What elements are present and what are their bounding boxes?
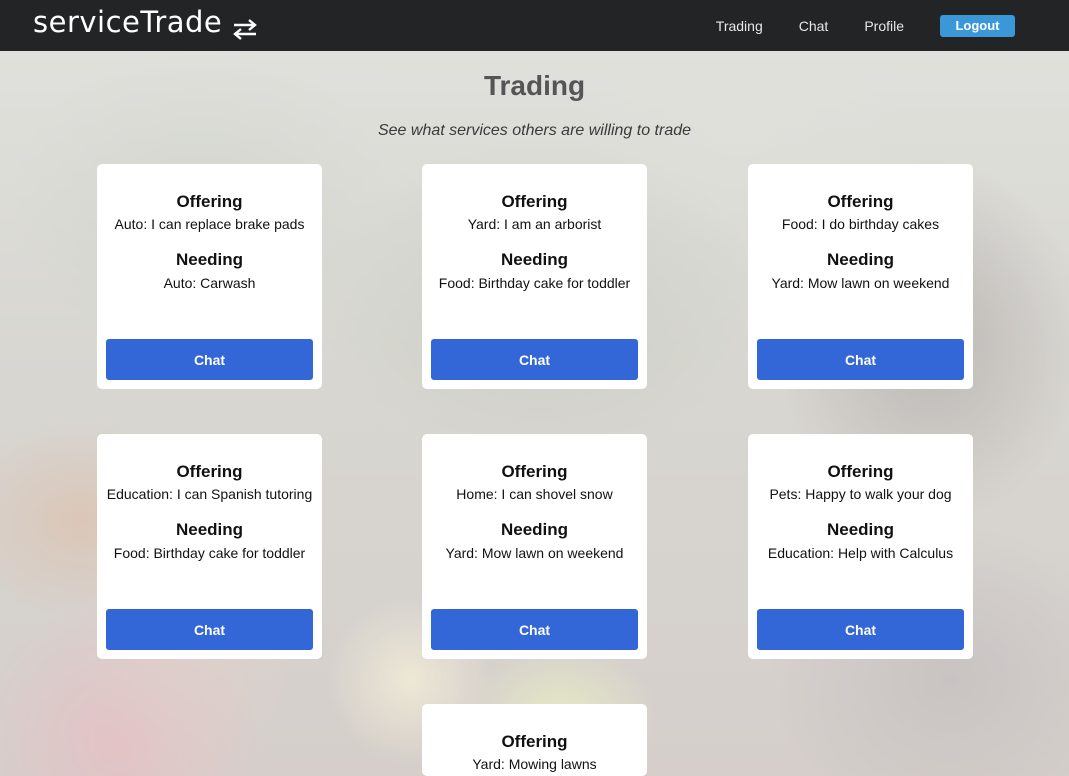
offering-heading: Offering — [176, 462, 243, 481]
offering-heading: Offering — [827, 462, 894, 481]
offering-text: Auto: I can replace brake pads — [114, 216, 305, 232]
chat-button[interactable]: Chat — [106, 609, 313, 650]
nav-link-trading[interactable]: Trading — [716, 18, 763, 34]
chat-button[interactable]: Chat — [431, 609, 638, 650]
offering-text: Home: I can shovel snow — [456, 486, 613, 502]
logout-button[interactable]: Logout — [940, 14, 1015, 37]
needing-heading: Needing — [175, 520, 244, 539]
trade-card: Offering Home: I can shovel snow Needing… — [422, 434, 647, 659]
needing-text: Food: Birthday cake for toddler — [438, 275, 631, 291]
trade-card: Offering Pets: Happy to walk your dog Ne… — [748, 434, 973, 659]
nav-links: Trading Chat Profile Logout — [716, 0, 1069, 51]
offering-text: Pets: Happy to walk your dog — [769, 486, 952, 502]
brand-name: serviceTrade — [33, 5, 223, 39]
offering-text: Yard: I am an arborist — [467, 216, 602, 232]
offering-heading: Offering — [501, 192, 568, 211]
needing-heading: Needing — [826, 250, 895, 269]
offering-heading: Offering — [176, 192, 243, 211]
needing-text: Food: Birthday cake for toddler — [113, 545, 306, 561]
chat-button[interactable]: Chat — [757, 339, 964, 380]
needing-heading: Needing — [500, 520, 569, 539]
offering-heading: Offering — [501, 732, 568, 751]
navbar: serviceTrade Trading Chat Profile Logout — [0, 0, 1069, 51]
chat-button[interactable]: Chat — [431, 339, 638, 380]
chat-button[interactable]: Chat — [757, 609, 964, 650]
page-title: Trading — [483, 70, 586, 101]
needing-text: Auto: Carwash — [163, 275, 256, 291]
needing-text: Yard: Mow lawn on weekend — [771, 275, 950, 291]
page-subtitle: See what services others are willing to … — [377, 122, 692, 139]
trade-card: Offering Education: I can Spanish tutori… — [97, 434, 322, 659]
trade-card: Offering Auto: I can replace brake pads … — [97, 164, 322, 389]
brand-logo[interactable]: serviceTrade — [33, 5, 259, 40]
trade-card: Offering Yard: Mowing lawns — [422, 704, 647, 776]
offering-text: Yard: Mowing lawns — [472, 756, 597, 772]
nav-link-chat[interactable]: Chat — [799, 18, 829, 34]
needing-text: Yard: Mow lawn on weekend — [445, 545, 624, 561]
swap-arrows-icon — [231, 13, 259, 40]
needing-heading: Needing — [175, 250, 244, 269]
offering-heading: Offering — [827, 192, 894, 211]
needing-text: Education: Help with Calculus — [767, 545, 954, 561]
needing-heading: Needing — [500, 250, 569, 269]
offering-heading: Offering — [501, 462, 568, 481]
chat-button[interactable]: Chat — [106, 339, 313, 380]
trade-card: Offering Yard: I am an arborist Needing … — [422, 164, 647, 389]
needing-heading: Needing — [826, 520, 895, 539]
trade-card: Offering Food: I do birthday cakes Needi… — [748, 164, 973, 389]
nav-link-profile[interactable]: Profile — [864, 18, 904, 34]
offering-text: Education: I can Spanish tutoring — [106, 486, 313, 502]
offering-text: Food: I do birthday cakes — [781, 216, 940, 232]
